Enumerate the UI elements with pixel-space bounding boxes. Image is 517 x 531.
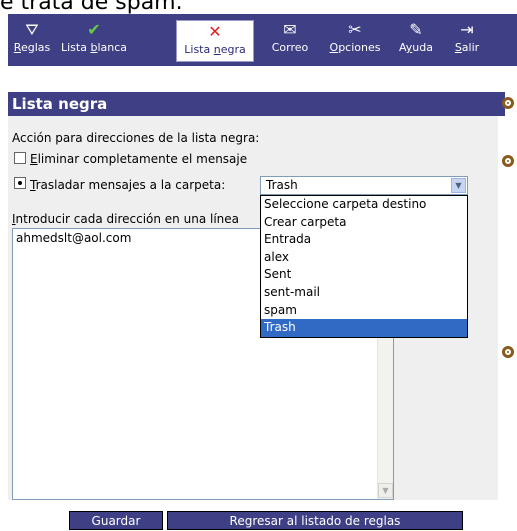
- toolbar-exit-button[interactable]: ⇥ Salir: [447, 14, 487, 66]
- action-label: Acción para direcciones de la lista negr…: [12, 131, 260, 145]
- toolbar-options-label: Opciones: [329, 41, 381, 54]
- toolbar-whitelist-label: Lista blanca: [60, 41, 127, 54]
- folder-option[interactable]: sent-mail: [261, 284, 467, 302]
- folder-select-value: Trash: [266, 178, 298, 192]
- main-toolbar: ⛛ Reglas ✔ Lista blanca ✕ Lista negra ✉ …: [8, 14, 517, 66]
- move-to-folder-label[interactable]: Trasladar mensajes a la carpeta:: [30, 178, 225, 192]
- filter-funnel-icon: ⛛: [25, 20, 39, 39]
- toolbar-mail-button[interactable]: ✉ Correo: [263, 14, 317, 66]
- toolbar-mail-label: Correo: [271, 41, 309, 54]
- toolbar-exit-label: Salir: [454, 41, 480, 54]
- back-to-rules-button[interactable]: Regresar al listado de reglas: [167, 511, 463, 530]
- envelope-icon: ✉: [283, 20, 297, 39]
- delete-message-radio[interactable]: [14, 152, 26, 164]
- folder-option[interactable]: Sent: [261, 266, 467, 284]
- section-title: Lista negra: [12, 95, 108, 113]
- checkmark-icon: ✔: [87, 20, 101, 39]
- help-lifebuoy-icon[interactable]: [502, 155, 514, 167]
- toolbar-help-button[interactable]: ✎ Ayuda: [392, 14, 440, 66]
- help-book-icon: ✎: [409, 20, 423, 39]
- partial-description-text: e trata de spam.: [0, 0, 183, 15]
- address-entry: ahmedslt@aol.com: [16, 231, 132, 245]
- toolbar-rules-label: Reglas: [13, 41, 51, 54]
- scroll-down-arrow-icon[interactable]: ▼: [378, 483, 393, 498]
- move-to-folder-radio[interactable]: [14, 177, 26, 189]
- folder-option[interactable]: Crear carpeta: [261, 214, 467, 232]
- exit-door-icon: ⇥: [460, 20, 474, 39]
- tools-icon: ✂: [348, 20, 362, 39]
- folder-dropdown-list[interactable]: Seleccione carpeta destino Crear carpeta…: [260, 195, 468, 338]
- address-list-label: Introducir cada dirección en una línea: [12, 212, 239, 226]
- folder-select[interactable]: Trash ▼: [260, 176, 468, 195]
- help-lifebuoy-icon[interactable]: [502, 346, 514, 358]
- chevron-down-icon[interactable]: ▼: [451, 178, 466, 193]
- folder-option[interactable]: Entrada: [261, 231, 467, 249]
- folder-option[interactable]: spam: [261, 302, 467, 320]
- toolbar-options-button[interactable]: ✂ Opciones: [324, 14, 386, 66]
- delete-message-label[interactable]: Eliminar completamente el mensaje: [30, 152, 247, 166]
- toolbar-whitelist-button[interactable]: ✔ Lista blanca: [56, 14, 132, 66]
- section-header: Lista negra: [8, 92, 505, 116]
- folder-option[interactable]: Seleccione carpeta destino: [261, 196, 467, 214]
- toolbar-blacklist-button[interactable]: ✕ Lista negra: [176, 20, 254, 62]
- red-x-icon: ✕: [208, 22, 222, 41]
- help-lifebuoy-icon[interactable]: [502, 97, 514, 109]
- save-button[interactable]: Guardar: [69, 511, 163, 530]
- folder-option-selected[interactable]: Trash: [261, 319, 467, 337]
- toolbar-blacklist-label: Lista negra: [184, 43, 246, 56]
- toolbar-rules-button[interactable]: ⛛ Reglas: [11, 14, 53, 66]
- toolbar-help-label: Ayuda: [399, 41, 433, 54]
- folder-option[interactable]: alex: [261, 249, 467, 267]
